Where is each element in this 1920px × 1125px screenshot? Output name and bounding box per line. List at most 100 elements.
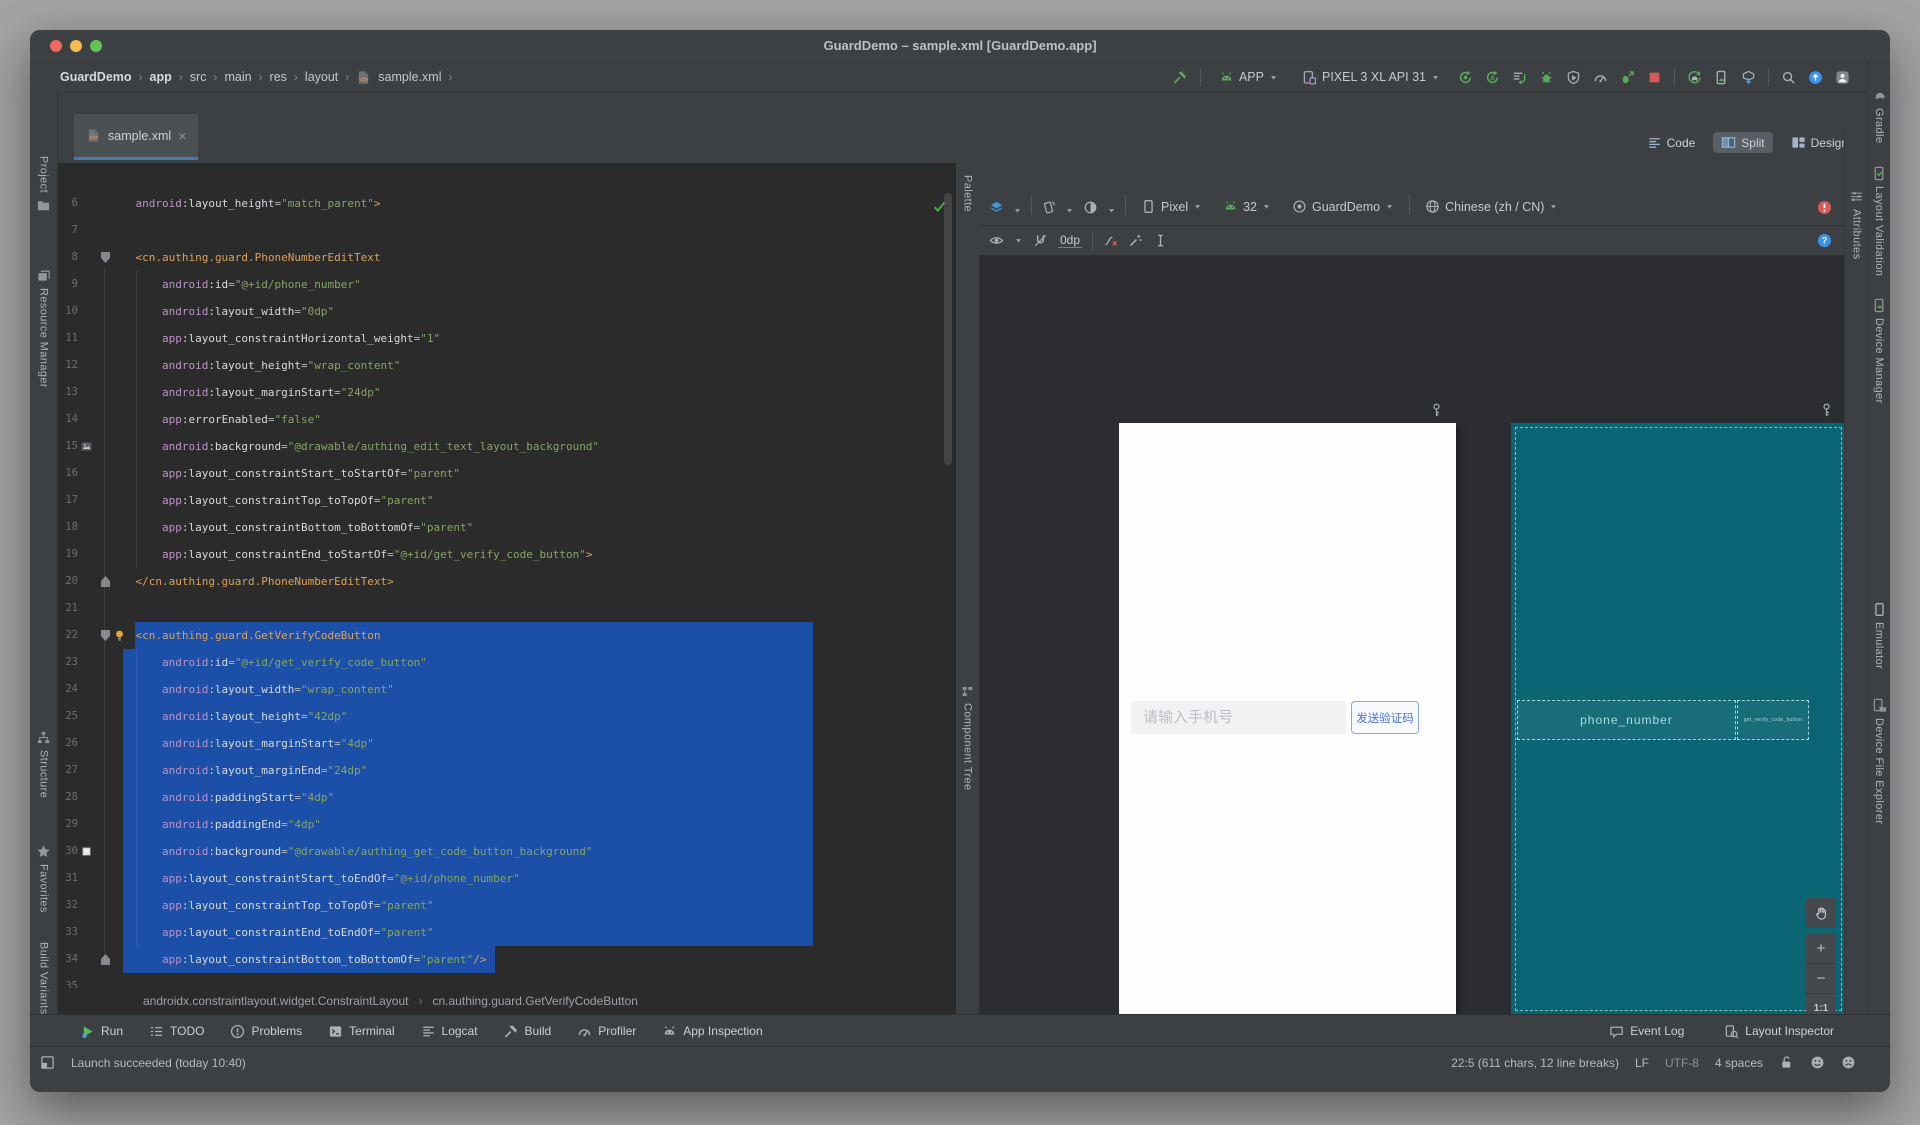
code-line-27[interactable]: 27 android:layout_marginEnd="24dp" [58, 757, 955, 784]
sidebar-item-device-file-explorer[interactable]: Device File Explorer [1868, 698, 1890, 824]
gutter-swatch-icon[interactable] [80, 845, 93, 858]
code-line-10[interactable]: 10 android:layout_width="0dp" [58, 298, 955, 325]
code-line-14[interactable]: 14 app:errorEnabled="false" [58, 406, 955, 433]
tab-palette[interactable]: Palette [956, 175, 979, 212]
clear-constraints-icon[interactable] [1103, 233, 1118, 248]
code-line-9[interactable]: 9 android:id="@+id/phone_number" [58, 271, 955, 298]
code-line-31[interactable]: 31 app:layout_constraintStart_toEndOf="@+… [58, 865, 955, 892]
pan-button[interactable] [1806, 898, 1836, 928]
breadcrumb-item-app[interactable]: app [150, 70, 172, 84]
phone-number-field-preview[interactable]: 请输入手机号 [1131, 701, 1346, 734]
code-line-26[interactable]: 26 android:layout_marginStart="4dp" [58, 730, 955, 757]
toolwindow-run[interactable]: Run [80, 1024, 123, 1039]
sidebar-item-gradle[interactable]: Gradle [1868, 88, 1890, 143]
line-ending[interactable]: LF [1635, 1056, 1649, 1070]
help-badge[interactable]: ? [1817, 233, 1832, 248]
sidebar-item-resource-manager[interactable]: Resource Manager [30, 268, 57, 388]
run-configuration-select[interactable]: APP [1213, 69, 1284, 86]
code-line-12[interactable]: 12 android:layout_height="wrap_content" [58, 352, 955, 379]
editor-scrollbar[interactable] [944, 193, 952, 465]
code-line-8[interactable]: 8 <cn.authing.guard.PhoneNumberEditText [58, 244, 955, 271]
breadcrumb-item-res[interactable]: res [270, 70, 287, 84]
infer-constraints-icon[interactable] [1128, 233, 1143, 248]
apply-code-icon[interactable]: A [1485, 70, 1500, 85]
issues-badge[interactable] [1817, 200, 1832, 215]
sidebar-item-layout-validation[interactable]: Layout Validation [1868, 166, 1890, 276]
code-line-18[interactable]: 18 app:layout_constraintBottom_toBottomOf… [58, 514, 955, 541]
shield-play-icon[interactable] [1566, 70, 1581, 85]
toolwindow-problems[interactable]: Problems [230, 1024, 302, 1039]
list-arrow-icon[interactable] [1512, 70, 1527, 85]
code-line-11[interactable]: 11 app:layout_constraintHorizontal_weight… [58, 325, 955, 352]
stop-icon[interactable] [1647, 70, 1662, 85]
debug-icon[interactable] [1539, 70, 1554, 85]
target-device-select[interactable]: PIXEL 3 XL API 31 [1296, 69, 1446, 86]
caret-position[interactable]: 22:5 (611 chars, 12 line breaks) [1451, 1056, 1619, 1070]
sidebar-item-structure[interactable]: Structure [30, 730, 57, 798]
autoconnect-off-icon[interactable] [1033, 233, 1048, 248]
blueprint-preview-screen[interactable]: phone_number get_verify_code_button [1511, 423, 1846, 1015]
happy-feedback-icon[interactable] [1810, 1055, 1825, 1070]
code-line-30[interactable]: 30 android:background="@drawable/authing_… [58, 838, 955, 865]
orientation-icon[interactable] [1041, 200, 1056, 215]
design-surface[interactable]: 请输入手机号 发送验证码 phone_number get_verify_cod… [979, 256, 1846, 1054]
toolwindow-terminal[interactable]: Terminal [328, 1024, 395, 1039]
indent-setting[interactable]: 4 spaces [1715, 1056, 1763, 1070]
fold-marker-icon[interactable] [101, 252, 110, 263]
tab-component-tree[interactable]: Component Tree [956, 685, 979, 791]
api-selector[interactable]: 32 [1217, 198, 1277, 215]
mode-code[interactable]: Code [1639, 132, 1704, 153]
blueprint-phone-number[interactable]: phone_number [1517, 700, 1736, 740]
device-manager-icon[interactable] [1714, 70, 1729, 85]
tool-windows-toggle-icon[interactable] [40, 1055, 55, 1070]
avatar-icon[interactable] [1835, 70, 1850, 85]
sidebar-item-favorites[interactable]: Favorites [30, 844, 57, 913]
code-line-19[interactable]: 19 app:layout_constraintEnd_toStartOf="@+… [58, 541, 955, 568]
code-line-28[interactable]: 28 android:paddingStart="4dp" [58, 784, 955, 811]
design-preview-screen[interactable]: 请输入手机号 发送验证码 [1119, 423, 1456, 1015]
code-line-23[interactable]: 23 android:id="@+id/get_verify_code_butto… [58, 649, 955, 676]
tab-attributes[interactable]: Attributes [1845, 189, 1868, 259]
code-line-35[interactable]: 35 [58, 973, 955, 988]
sidebar-item-project[interactable]: Project [30, 156, 57, 213]
code-line-15[interactable]: 15 android:background="@drawable/authing_… [58, 433, 955, 460]
code-line-17[interactable]: 17 app:layout_constraintTop_toTopOf="pare… [58, 487, 955, 514]
breadcrumb-item-guarddemo[interactable]: GuardDemo [60, 70, 132, 84]
code-line-32[interactable]: 32 app:layout_constraintTop_toTopOf="pare… [58, 892, 955, 919]
code-line-24[interactable]: 24 android:layout_width="wrap_content" [58, 676, 955, 703]
breadcrumb-item-main[interactable]: main [224, 70, 251, 84]
tab-sample-xml[interactable]: </> sample.xml × [74, 114, 199, 160]
editor-breadcrumb-item[interactable]: androidx.constraintlayout.widget.Constra… [143, 994, 409, 1008]
code-line-16[interactable]: 16 app:layout_constraintStart_toStartOf="… [58, 460, 955, 487]
gauge-icon[interactable] [1593, 70, 1608, 85]
lock-open-icon[interactable] [1779, 1055, 1794, 1070]
toolwindow-build[interactable]: Build [504, 1024, 551, 1039]
code-line-21[interactable]: 21 [58, 595, 955, 622]
update-icon[interactable] [1808, 70, 1823, 85]
blueprint-verify-button[interactable]: get_verify_code_button [1737, 700, 1809, 740]
default-margin-selector[interactable]: 0dp [1058, 233, 1083, 248]
intention-bulb-icon[interactable] [113, 629, 126, 642]
toolwindow-event-log[interactable]: Event Log [1609, 1024, 1684, 1039]
fold-marker-icon[interactable] [101, 576, 110, 587]
sdk-icon[interactable] [1741, 70, 1756, 85]
theme-selector[interactable]: GuardDemo [1286, 198, 1400, 215]
restart-icon[interactable] [1458, 70, 1473, 85]
gradle-sync-icon[interactable] [1687, 70, 1702, 85]
sidebar-item-device-manager[interactable]: Device Manager [1868, 298, 1890, 404]
search-icon[interactable] [1781, 70, 1796, 85]
code-line-7[interactable]: 7 [58, 217, 955, 244]
code-line-6[interactable]: 6 android:layout_height="match_parent"> [58, 190, 955, 217]
code-editor[interactable]: 6 android:layout_height="match_parent"> 7 8… [58, 163, 955, 988]
fold-marker-icon[interactable] [101, 630, 110, 641]
sad-feedback-icon[interactable] [1841, 1055, 1856, 1070]
close-tab-icon[interactable]: × [178, 129, 186, 143]
fold-marker-icon[interactable] [101, 954, 110, 965]
toolwindow-layout-inspector[interactable]: Layout Inspector [1724, 1024, 1834, 1039]
hammer-icon[interactable] [1173, 70, 1188, 85]
bug-arrow-icon[interactable] [1620, 70, 1635, 85]
breadcrumb-item-src[interactable]: src [190, 70, 207, 84]
code-line-33[interactable]: 33 app:layout_constraintEnd_toEndOf="pare… [58, 919, 955, 946]
view-options-icon[interactable] [989, 233, 1004, 248]
night-mode-icon[interactable] [1083, 200, 1098, 215]
